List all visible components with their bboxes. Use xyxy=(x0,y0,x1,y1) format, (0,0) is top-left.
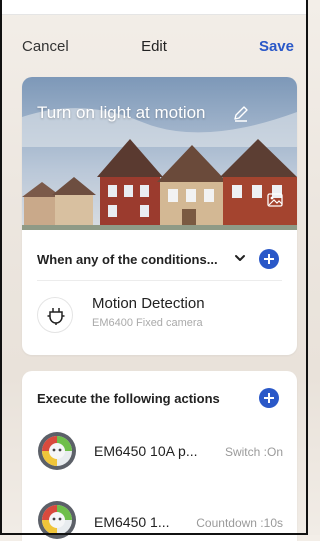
condition-title: Motion Detection xyxy=(92,295,205,312)
scene-title: Turn on light at motion xyxy=(37,103,206,122)
scene-card: Turn on light at motion When any of the … xyxy=(22,77,297,355)
chevron-down-icon[interactable] xyxy=(234,253,246,263)
action-item[interactable]: EM6450 1... Countdown :10s xyxy=(22,486,297,541)
scene-cover-image[interactable]: Turn on light at motion xyxy=(22,77,297,230)
smart-plug-icon xyxy=(38,432,76,470)
divider xyxy=(37,280,282,281)
actions-label: Execute the following actions xyxy=(37,391,220,406)
image-icon[interactable] xyxy=(267,193,283,207)
conditions-label: When any of the conditions... xyxy=(37,252,218,267)
action-item[interactable]: EM6450 10A p... Switch :On xyxy=(22,421,297,481)
status-strip xyxy=(0,0,308,15)
action-device-name: EM6450 1... xyxy=(94,514,170,530)
action-status: Switch :On xyxy=(224,445,283,459)
conditions-header[interactable]: When any of the conditions... xyxy=(22,242,297,276)
add-condition-button[interactable] xyxy=(259,249,279,269)
condition-item[interactable]: Motion Detection EM6400 Fixed camera xyxy=(22,287,297,343)
smart-plug-icon xyxy=(38,501,76,539)
save-button[interactable]: Save xyxy=(259,38,294,55)
nav-bar: Cancel Edit Save xyxy=(0,34,308,62)
actions-card: Execute the following actions EM6450 10A… xyxy=(22,371,297,541)
pencil-icon[interactable] xyxy=(232,105,250,123)
action-status: Countdown :10s xyxy=(196,516,283,530)
plug-icon xyxy=(47,308,65,325)
add-action-button[interactable] xyxy=(259,388,279,408)
action-device-name: EM6450 10A p... xyxy=(94,443,198,459)
condition-subtitle: EM6400 Fixed camera xyxy=(92,317,203,329)
condition-icon-badge xyxy=(37,297,73,333)
houses-illustration xyxy=(22,77,297,230)
